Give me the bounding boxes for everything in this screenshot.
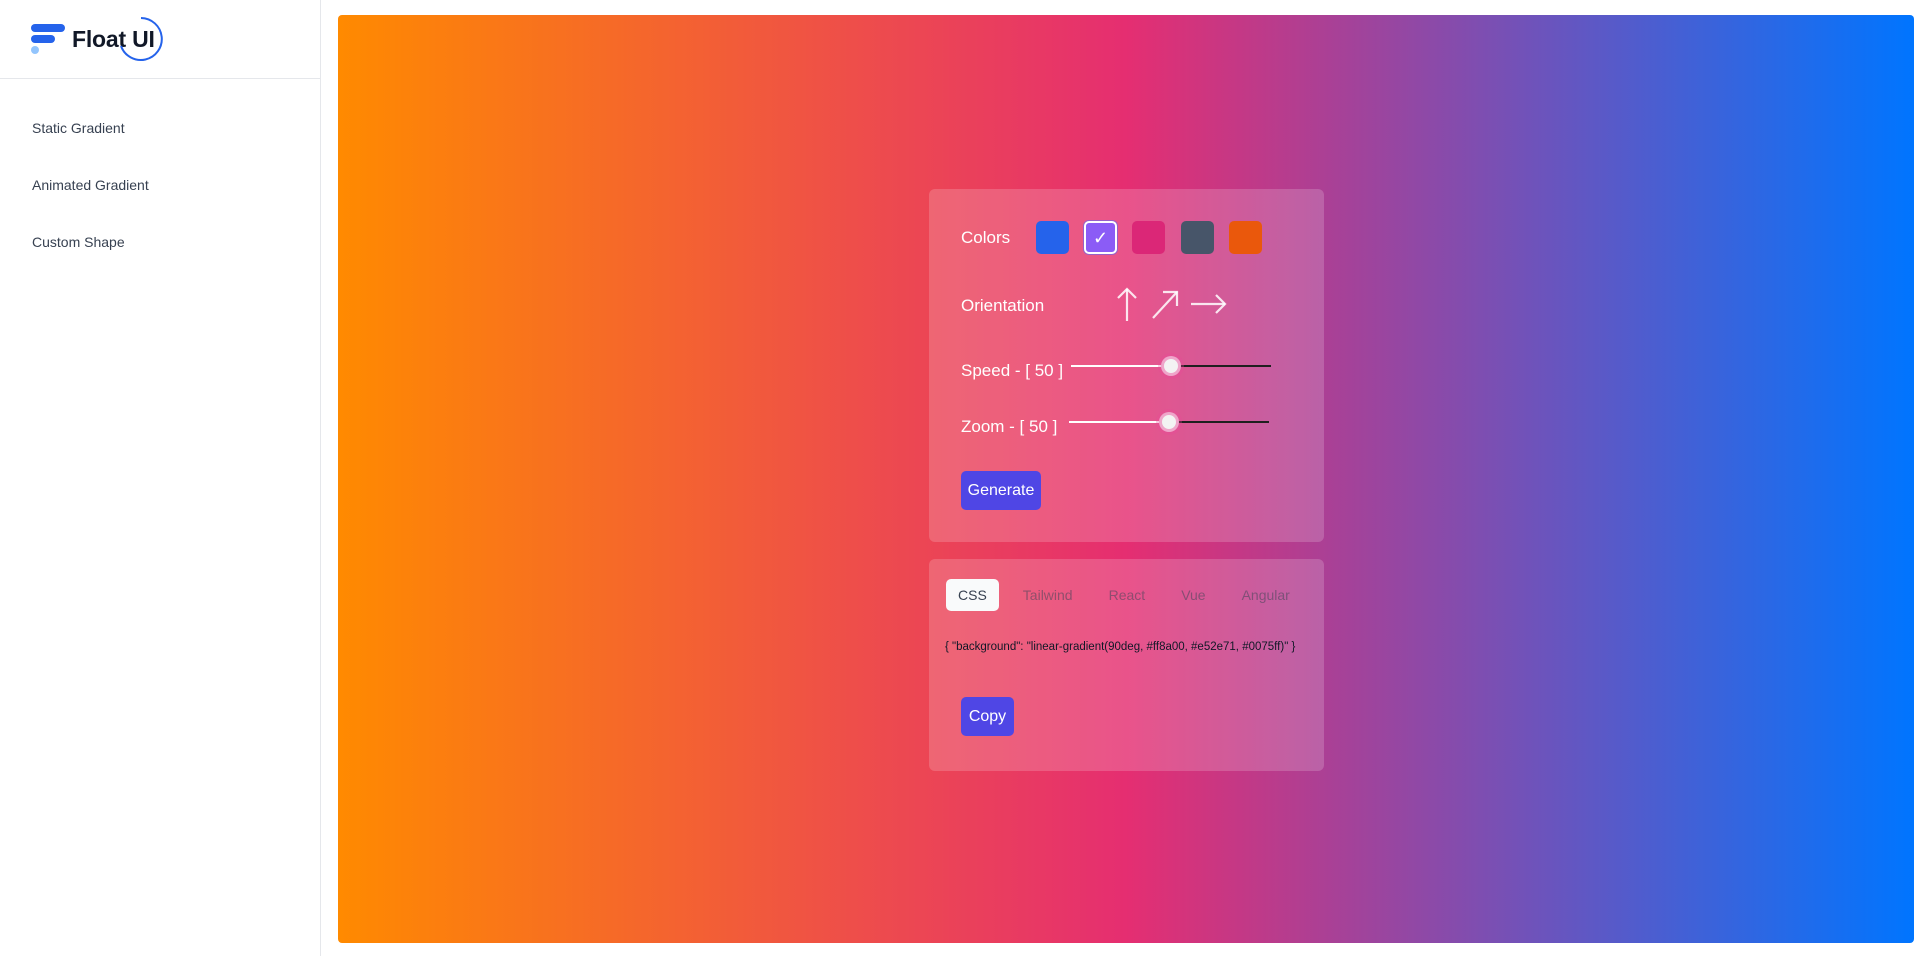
speed-slider-thumb[interactable] [1161,356,1181,376]
speed-label: Speed - [ 50 ] [961,361,1064,380]
sidebar-item-animated-gradient[interactable]: Animated Gradient [0,157,320,214]
tab-angular[interactable]: Angular [1230,579,1302,611]
sidebar-nav: Static Gradient Animated Gradient Custom… [0,79,320,271]
code-snippet[interactable]: { "background": "linear-gradient(90deg, … [945,641,1295,653]
float-ui-logo-icon [31,24,65,54]
generate-button[interactable]: Generate [961,471,1041,510]
sidebar-item-custom-shape[interactable]: Custom Shape [0,214,320,271]
check-icon: ✓ [1092,227,1109,248]
tab-vue[interactable]: Vue [1169,579,1217,611]
speed-slider[interactable] [1071,356,1271,376]
speed-slider-fill [1071,365,1171,367]
color-swatch-blue[interactable] [1036,221,1069,254]
tab-css[interactable]: CSS [946,579,999,611]
brand-ring-icon [120,17,163,61]
color-swatch-violet[interactable]: ✓ [1084,221,1117,254]
controls-panel: Colors ✓ Orientation Speed - [ 50 ] Zoom… [929,189,1324,542]
arrow-up-icon[interactable] [1110,285,1144,323]
tab-react[interactable]: React [1097,579,1158,611]
arrow-right-icon[interactable] [1189,285,1227,323]
color-swatch-slate[interactable] [1181,221,1214,254]
code-panel: CSS Tailwind React Vue Angular { "backgr… [929,559,1324,771]
sidebar: Float UI Static Gradient Animated Gradie… [0,0,321,956]
tab-tailwind[interactable]: Tailwind [1011,579,1085,611]
copy-button[interactable]: Copy [961,697,1014,736]
zoom-slider-thumb[interactable] [1159,412,1179,432]
sidebar-item-static-gradient[interactable]: Static Gradient [0,100,320,157]
color-swatch-orange[interactable] [1229,221,1262,254]
code-tabs: CSS Tailwind React Vue Angular [946,579,1314,611]
zoom-label: Zoom - [ 50 ] [961,417,1058,436]
arrow-up-right-icon[interactable] [1148,285,1182,323]
zoom-slider-fill [1069,421,1169,423]
colors-label: Colors [961,228,1011,247]
zoom-slider[interactable] [1069,412,1269,432]
orientation-label: Orientation [961,296,1045,315]
color-swatch-pink[interactable] [1132,221,1165,254]
